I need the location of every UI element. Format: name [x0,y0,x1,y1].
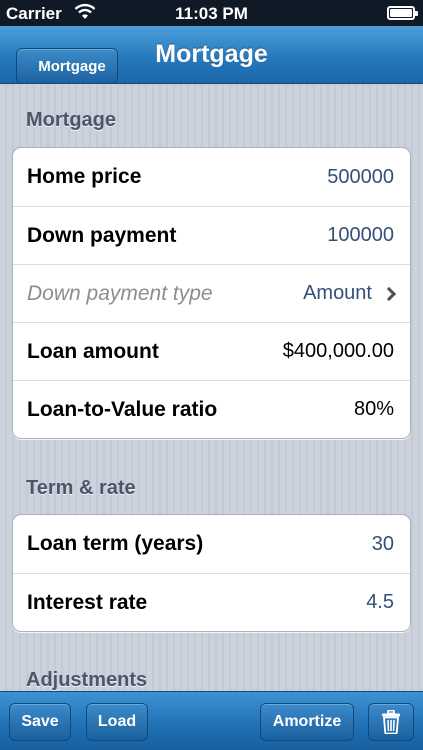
down-payment-value[interactable]: 100000 [327,224,394,247]
chevron-right-icon [381,286,397,301]
down-payment-type-row[interactable]: Down payment type Amount [13,264,410,322]
load-button[interactable]: Load [86,703,148,741]
mortgage-group: Home price 500000 Down payment 100000 Do… [12,147,411,439]
loan-term-value[interactable]: 30 [372,533,394,556]
amortize-button-label: Amortize [272,713,342,730]
load-button-label: Load [97,713,137,730]
ltv-ratio-label: Loan-to-Value ratio [27,397,218,421]
home-price-value[interactable]: 500000 [327,166,394,189]
battery-icon [387,6,418,20]
home-price-label: Home price [27,165,142,188]
status-bar: Carrier 11:03 PM [0,0,423,26]
loan-amount-value: $400,000.00 [282,340,394,362]
interest-rate-row[interactable]: Interest rate 4.5 [13,573,410,631]
status-time: 11:03 PM [175,4,248,23]
down-payment-type-selector[interactable]: Amount [303,282,397,305]
down-payment-label: Down payment [27,223,177,247]
save-button[interactable]: Save [9,703,71,741]
ltv-ratio-row: Loan-to-Value ratio 80% [13,380,410,438]
loan-amount-label: Loan amount [27,339,159,363]
bottom-toolbar: Save Load Amortize [0,691,423,750]
trash-icon [382,710,400,734]
section-header-mortgage: Mortgage [26,109,116,131]
section-header-term-rate: Term & rate [26,477,136,499]
ltv-ratio-value: 80% [353,398,394,420]
save-button-label: Save [21,713,59,730]
page-title: Mortgage [155,40,268,68]
interest-rate-label: Interest rate [27,590,148,614]
delete-button[interactable] [368,703,414,741]
down-payment-type-value: Amount [303,282,372,304]
home-price-row[interactable]: Home price 500000 [13,148,410,206]
battery-level-fill [390,9,412,17]
loan-term-label: Loan term (years) [27,532,204,555]
loan-amount-row: Loan amount $400,000.00 [13,322,410,380]
down-payment-row[interactable]: Down payment 100000 [13,206,410,264]
interest-rate-value[interactable]: 4.5 [366,591,394,614]
navigation-bar: Mortgage Mortgage [0,26,423,84]
section-header-adjustments: Adjustments [26,669,148,691]
term-rate-group: Loan term (years) 30 Interest rate 4.5 [12,514,411,632]
loan-term-row[interactable]: Loan term (years) 30 [13,515,410,573]
amortize-button[interactable]: Amortize [260,703,354,741]
down-payment-type-label: Down payment type [27,281,213,305]
